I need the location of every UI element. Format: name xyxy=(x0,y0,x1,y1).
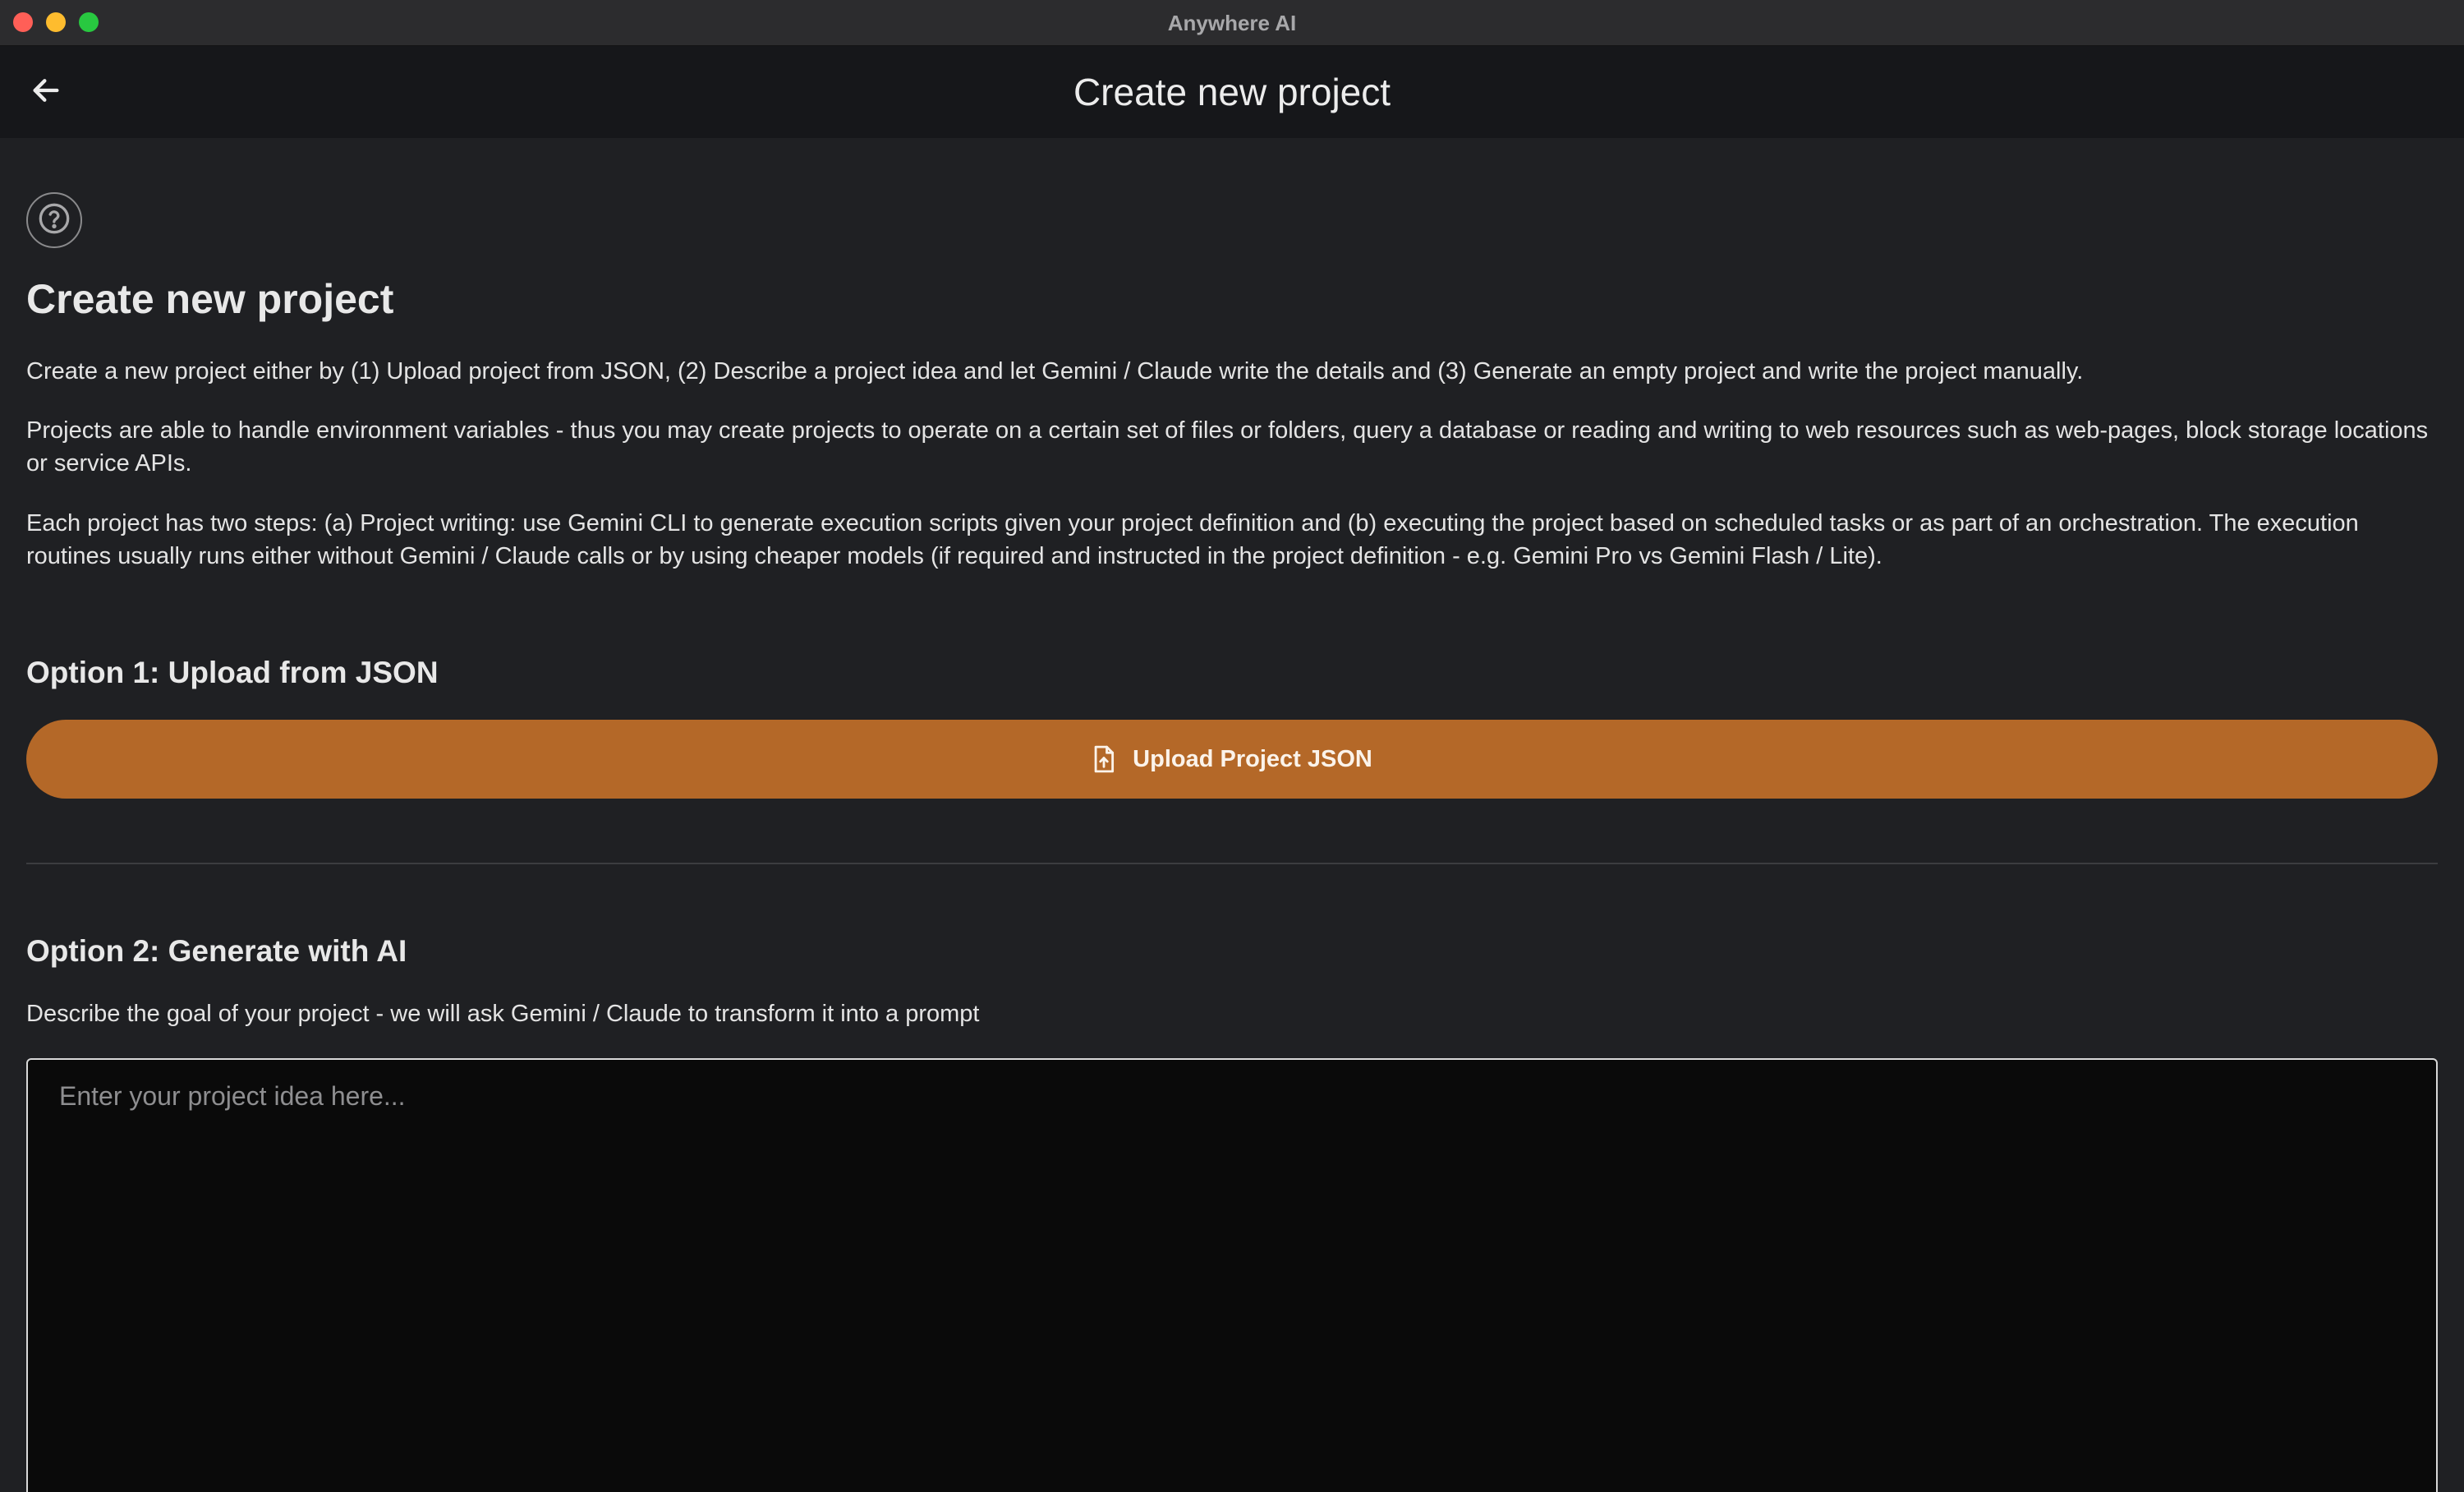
app-window: Anywhere AI Create new project Create ne… xyxy=(0,0,2464,1492)
upload-project-json-button[interactable]: Upload Project JSON xyxy=(26,720,2438,799)
app-bar: Create new project xyxy=(0,46,2464,138)
option2-heading: Option 2: Generate with AI xyxy=(26,934,407,968)
title-bar: Anywhere AI xyxy=(0,0,2464,46)
upload-button-label: Upload Project JSON xyxy=(1133,745,1372,772)
project-idea-input[interactable] xyxy=(26,1058,2438,1492)
intro-paragraph-3: Each project has two steps: (a) Project … xyxy=(26,510,2359,569)
option2-description: Describe the goal of your project - we w… xyxy=(26,1001,980,1027)
help-button[interactable] xyxy=(26,192,82,248)
intro-paragraph-2: Projects are able to handle environment … xyxy=(26,417,2429,477)
intro-heading: Create new project xyxy=(26,276,394,322)
section-divider xyxy=(26,863,2438,864)
window-title: Anywhere AI xyxy=(1167,11,1297,35)
help-circle-icon xyxy=(38,202,71,239)
file-upload-icon xyxy=(1092,745,1116,773)
page-title: Create new project xyxy=(1073,71,1391,113)
option1-heading: Option 1: Upload from JSON xyxy=(26,656,439,689)
intro-paragraph-1: Create a new project either by (1) Uploa… xyxy=(26,358,2084,385)
